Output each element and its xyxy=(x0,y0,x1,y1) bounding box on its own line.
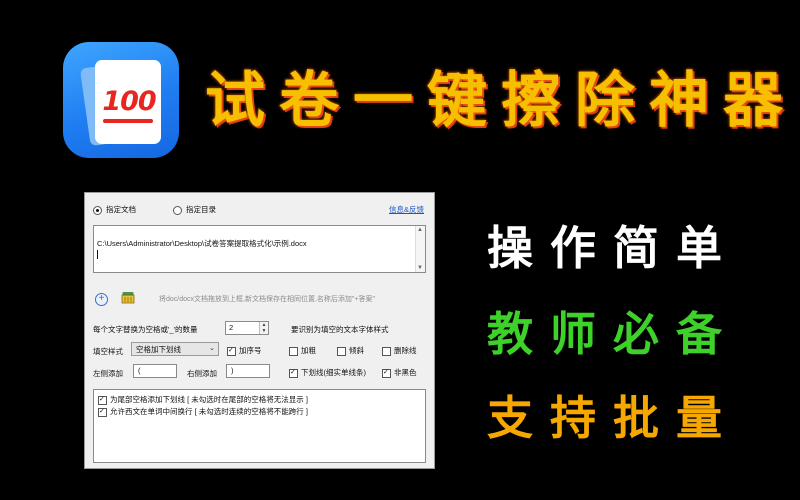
non-black-label: 非黑色 xyxy=(394,368,417,377)
spin-arrows-icon[interactable]: ▲ ▼ xyxy=(259,322,268,334)
fill-style-select[interactable]: 空格加下划线 ⌄ xyxy=(131,342,219,356)
trash-icon xyxy=(121,292,135,304)
score-text: 100 xyxy=(102,86,156,117)
checkbox-checked-icon xyxy=(382,368,391,378)
scroll-down-icon[interactable]: ▼ xyxy=(417,265,423,271)
score-underline xyxy=(103,119,153,123)
radio-specify-directory[interactable]: 指定目录 xyxy=(173,204,216,215)
checkbox-checked-icon xyxy=(227,346,236,356)
fill-style-label: 填空样式 xyxy=(93,347,123,356)
right-add-label: 右侧添加 xyxy=(187,369,217,378)
right-add-input[interactable]: ) xyxy=(226,364,270,378)
plus-icon: + xyxy=(98,293,105,304)
right-add-value: ) xyxy=(231,366,234,375)
radio-file-label: 指定文档 xyxy=(106,205,136,214)
italic-label: 倾斜 xyxy=(349,346,364,355)
headline-char: 键 xyxy=(427,66,489,136)
checkbox-checked-icon xyxy=(98,407,107,417)
chevron-down-icon: ⌄ xyxy=(209,345,215,352)
slogan-char: 批 xyxy=(613,391,659,445)
app-icon-100: 100 xyxy=(63,42,179,158)
file-path-input[interactable]: C:\Users\Administrator\Desktop\试卷答案提取格式化… xyxy=(93,225,426,273)
checkbox-checked-icon xyxy=(289,368,298,378)
non-black-checkbox[interactable]: 非黑色 xyxy=(382,367,417,378)
underline-label: 下划线(细实单线条) xyxy=(301,368,366,377)
left-add-value: ( xyxy=(138,366,141,375)
slogan-char: 必 xyxy=(613,307,659,361)
char-count-label: 每个文字替换为空格或'_'的数量 xyxy=(93,325,198,334)
option-label: 允许西文在单词中间换行 [ 未勾选时连续的空格将不能跨行 ] xyxy=(110,407,308,416)
strikethrough-label: 删除线 xyxy=(394,346,417,355)
slogan-char: 简 xyxy=(613,221,659,275)
headline-char: 试 xyxy=(205,66,267,136)
slogan-batch: 支 持 批 量 xyxy=(487,382,722,448)
radio-on-icon xyxy=(93,205,102,215)
headline-char: 卷 xyxy=(279,66,341,136)
slogan-char: 作 xyxy=(550,221,596,275)
slogan-char: 操 xyxy=(487,221,533,275)
char-count-value: 2 xyxy=(229,323,234,332)
slogan-char: 持 xyxy=(550,391,596,445)
headline-char: 器 xyxy=(723,66,785,136)
drop-hint: 将doc/docx文档拖放到上框,新文档保存在相同位置,名称后添加"+答案" xyxy=(159,296,375,303)
slogan-easy: 操 作 简 单 xyxy=(487,212,722,278)
headline-char: 除 xyxy=(575,66,637,136)
option-label: 为尾部空格添加下划线 [ 未勾选时在尾部的空格将无法显示 ] xyxy=(110,395,308,404)
slogan-teachers: 教 师 必 备 xyxy=(487,298,722,364)
slogan-char: 师 xyxy=(550,307,596,361)
radio-off-icon xyxy=(173,205,182,215)
checkbox-icon xyxy=(382,346,391,356)
char-count-stepper[interactable]: 2 ▲ ▼ xyxy=(225,321,269,335)
italic-checkbox[interactable]: 倾斜 xyxy=(337,345,364,356)
slogan-char: 量 xyxy=(676,391,722,445)
path-scrollbar[interactable]: ▲ ▼ xyxy=(415,226,425,272)
option-trailing-underline[interactable]: 为尾部空格添加下划线 [ 未勾选时在尾部的空格将无法显示 ] xyxy=(98,394,308,405)
headline-char: 擦 xyxy=(501,66,563,136)
headline-title: 试 卷 一 键 擦 除 神 器 xyxy=(205,52,785,139)
add-number-checkbox[interactable]: 加序号 xyxy=(227,345,262,356)
slogan-char: 备 xyxy=(676,307,722,361)
slogan-char: 支 xyxy=(487,391,533,445)
headline-char: 一 xyxy=(353,66,415,136)
slogan-char: 单 xyxy=(676,221,722,275)
left-add-input[interactable]: ( xyxy=(133,364,177,378)
add-file-button[interactable]: + xyxy=(95,293,108,306)
left-add-label: 左侧添加 xyxy=(93,369,123,378)
checkbox-checked-icon xyxy=(98,395,107,405)
file-path-value: C:\Users\Administrator\Desktop\试卷答案提取格式化… xyxy=(97,239,307,248)
radio-dir-label: 指定目录 xyxy=(186,205,216,214)
option-wrap-western[interactable]: 允许西文在单词中间换行 [ 未勾选时连续的空格将不能跨行 ] xyxy=(98,406,308,417)
checkbox-icon xyxy=(337,346,346,356)
underline-checkbox[interactable]: 下划线(细实单线条) xyxy=(289,367,366,378)
recognize-style-label: 要识别为填空的文本字体样式 xyxy=(291,325,389,334)
bold-checkbox[interactable]: 加粗 xyxy=(289,345,316,356)
bold-label: 加粗 xyxy=(301,346,316,355)
text-caret xyxy=(97,250,98,259)
clear-button[interactable] xyxy=(121,291,135,304)
options-list: 为尾部空格添加下划线 [ 未勾选时在尾部的空格将无法显示 ] 允许西文在单词中间… xyxy=(93,389,426,463)
info-feedback-link[interactable]: 信息&反馈 xyxy=(389,204,424,215)
headline-char: 神 xyxy=(649,66,711,136)
radio-specify-file[interactable]: 指定文档 xyxy=(93,204,136,215)
slogan-char: 教 xyxy=(487,307,533,361)
add-number-label: 加序号 xyxy=(239,346,262,355)
scroll-up-icon[interactable]: ▲ xyxy=(417,227,423,233)
strikethrough-checkbox[interactable]: 删除线 xyxy=(382,345,417,356)
app-window: 指定文档 指定目录 信息&反馈 C:\Users\Administrator\D… xyxy=(84,192,435,469)
fill-style-value: 空格加下划线 xyxy=(136,345,181,354)
checkbox-icon xyxy=(289,346,298,356)
